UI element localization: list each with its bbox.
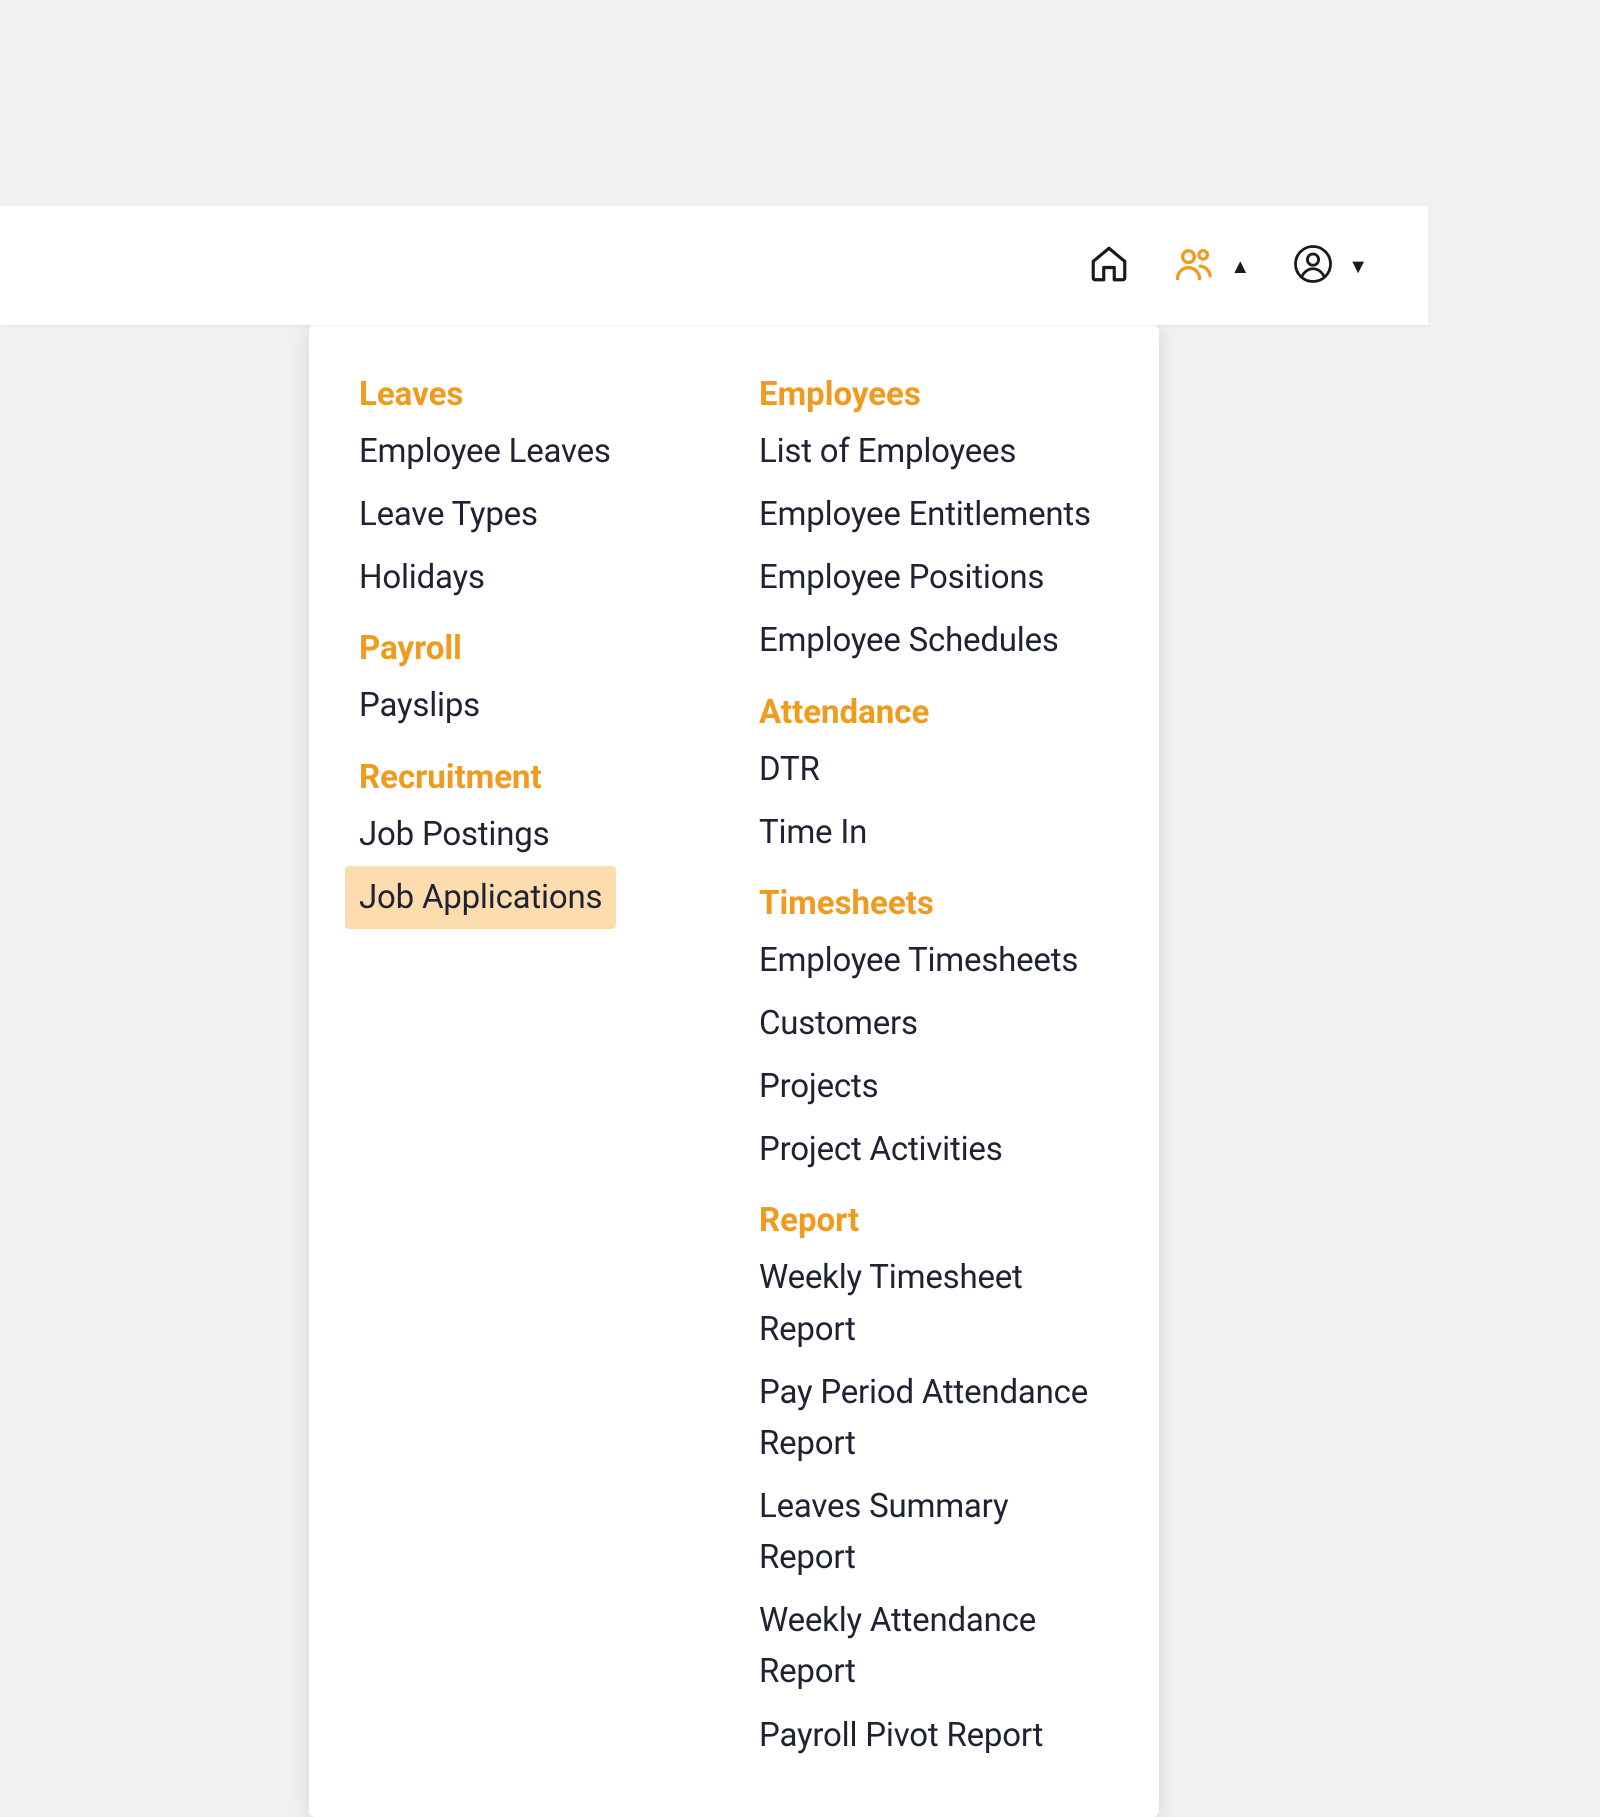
menu-item-job-applications[interactable]: Job Applications [345, 866, 616, 929]
menu-item-job-postings[interactable]: Job Postings [359, 803, 709, 866]
mega-menu: Leaves Employee Leaves Leave Types Holid… [309, 325, 1159, 1817]
menu-item-payslips[interactable]: Payslips [359, 674, 709, 737]
menu-item-leaves-summary-report[interactable]: Leaves Summary Report [759, 1475, 1109, 1589]
home-icon [1088, 243, 1130, 289]
menu-item-list-of-employees[interactable]: List of Employees [759, 420, 1109, 483]
menu-item-leave-types[interactable]: Leave Types [359, 483, 709, 546]
topbar: ▲ ▼ [0, 206, 1428, 325]
menu-item-holidays[interactable]: Holidays [359, 546, 709, 609]
menu-item-weekly-attendance-report[interactable]: Weekly Attendance Report [759, 1589, 1109, 1703]
menu-item-weekly-timesheet-report[interactable]: Weekly Timesheet Report [759, 1246, 1109, 1360]
menu-item-employee-entitlements[interactable]: Employee Entitlements [759, 483, 1109, 546]
section-header-attendance: Attendance [759, 693, 1109, 732]
menu-item-dtr[interactable]: DTR [759, 738, 1109, 801]
caret-down-icon: ▼ [1348, 256, 1368, 276]
caret-up-icon: ▲ [1230, 256, 1250, 276]
menu-right-column: Employees List of Employees Employee Ent… [759, 375, 1109, 1767]
section-header-payroll: Payroll [359, 629, 709, 668]
section-header-recruitment: Recruitment [359, 758, 709, 797]
menu-item-employee-timesheets[interactable]: Employee Timesheets [759, 929, 1109, 992]
menu-item-employee-positions[interactable]: Employee Positions [759, 546, 1109, 609]
menu-item-payroll-pivot-report[interactable]: Payroll Pivot Report [759, 1704, 1109, 1767]
menu-item-project-activities[interactable]: Project Activities [759, 1118, 1109, 1181]
menu-left-column: Leaves Employee Leaves Leave Types Holid… [359, 375, 709, 1767]
menu-item-pay-period-attendance-report[interactable]: Pay Period Attendance Report [759, 1361, 1109, 1475]
menu-item-employee-schedules[interactable]: Employee Schedules [759, 609, 1109, 672]
menu-item-employee-leaves[interactable]: Employee Leaves [359, 420, 709, 483]
section-header-report: Report [759, 1201, 1109, 1240]
home-button[interactable] [1088, 243, 1130, 289]
people-icon [1172, 242, 1216, 290]
menu-item-time-in[interactable]: Time In [759, 801, 1109, 864]
people-dropdown-button[interactable]: ▲ [1172, 242, 1250, 290]
section-header-leaves: Leaves [359, 375, 709, 414]
section-header-employees: Employees [759, 375, 1109, 414]
section-header-timesheets: Timesheets [759, 884, 1109, 923]
profile-dropdown-button[interactable]: ▼ [1292, 243, 1368, 289]
menu-item-projects[interactable]: Projects [759, 1055, 1109, 1118]
menu-item-customers[interactable]: Customers [759, 992, 1109, 1055]
profile-icon [1292, 243, 1334, 289]
